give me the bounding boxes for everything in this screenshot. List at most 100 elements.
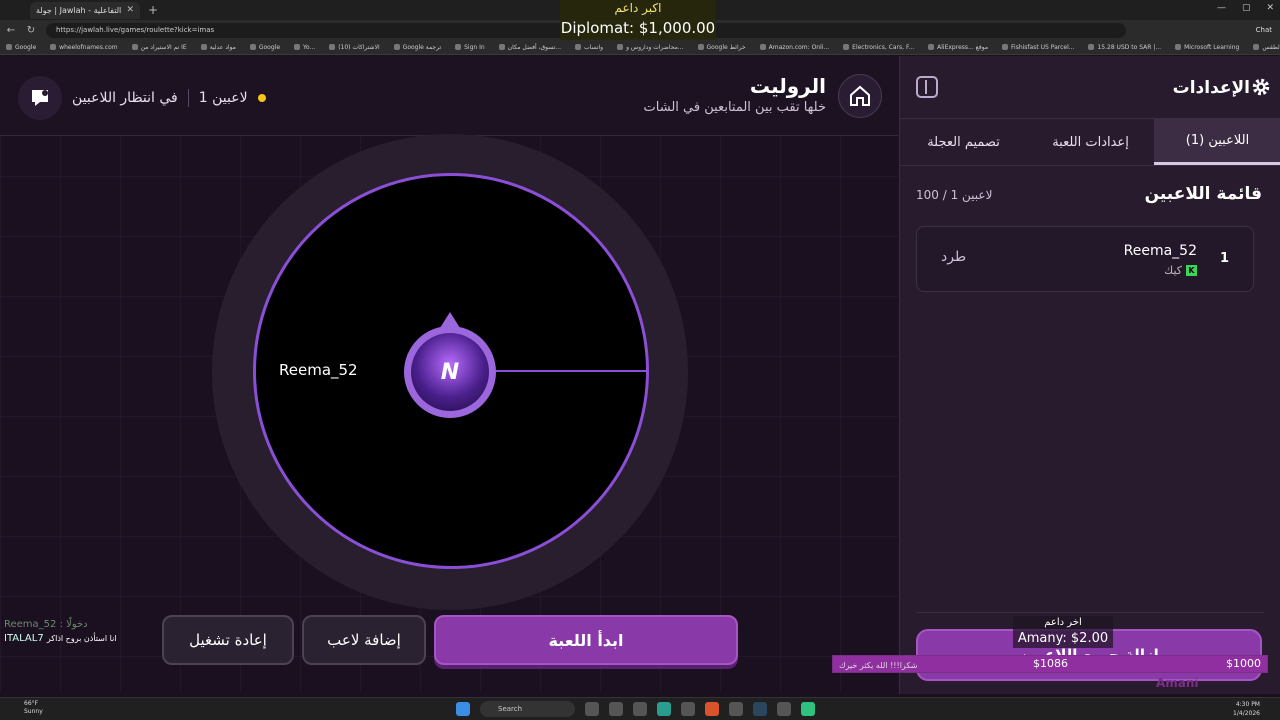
goal-max: $1000 xyxy=(1226,657,1261,670)
tab-wheel-design[interactable]: تصميم العجلة xyxy=(900,119,1027,165)
brand-watermark: Amani xyxy=(1156,676,1199,690)
bookmark-favicon-icon xyxy=(1002,44,1009,50)
bookmark-item[interactable]: Fishisfast US Parcel... xyxy=(1002,44,1074,51)
bookmark-favicon-icon xyxy=(697,44,704,50)
home-button[interactable] xyxy=(838,74,882,118)
maximize-icon[interactable]: ▢ xyxy=(1242,3,1251,13)
bookmark-favicon-icon xyxy=(131,44,138,50)
weather-widget[interactable]: 66°F Sunny xyxy=(24,700,43,716)
browser-tab[interactable]: جولة | Jawlah - منصة الألعاب التفاعلية ✕ xyxy=(30,1,140,19)
top-donor-value: Diplomat: $1,000.00 xyxy=(560,19,716,37)
app-icon[interactable] xyxy=(585,702,599,716)
sidebar-divider xyxy=(916,612,1264,613)
top-donor-label: اكبر داعم xyxy=(614,1,662,15)
bookmark-item[interactable]: Google خرائط xyxy=(697,43,746,51)
bookmark-label: Microsoft Learning xyxy=(1184,43,1240,51)
home-icon xyxy=(850,85,870,106)
minimize-icon[interactable]: — xyxy=(1217,3,1226,13)
chat-overlay: Reema_52 : دخولًا ITALAL7 انا استأذن برو… xyxy=(4,618,184,646)
bookmark-label: Google xyxy=(258,43,281,51)
copilot-chat-button[interactable]: Chat xyxy=(1256,26,1272,34)
app-icon[interactable] xyxy=(633,702,647,716)
bookmark-item[interactable]: (10) الاشتراكات xyxy=(329,44,380,51)
chat-text: انا استأذن بروح اذاكر xyxy=(46,634,117,643)
bookmark-item[interactable]: محاضرات وداروس و... xyxy=(617,43,684,51)
status-players: 1 لاعبين xyxy=(198,90,248,106)
steam-icon[interactable] xyxy=(753,702,767,716)
app-icon[interactable] xyxy=(681,702,695,716)
bookmark-item[interactable]: 15.28 USD to SAR |... xyxy=(1088,44,1161,51)
bookmark-item[interactable]: AliExpress... موقع xyxy=(928,44,988,51)
status-dot-icon xyxy=(257,94,266,102)
close-window-icon[interactable]: ✕ xyxy=(1266,3,1274,13)
last-donor-value: Amany: $2.00 xyxy=(1017,631,1109,646)
reload-icon[interactable]: ↻ xyxy=(26,25,36,36)
bookmark-item[interactable]: Sign In xyxy=(455,44,485,51)
bookmark-item[interactable]: Amazon.com: Onli... xyxy=(759,44,829,51)
goal-current: $1086 xyxy=(1033,657,1068,670)
bookmarks-bar: Google wheelofnames.com تم الاستيراد من IE… xyxy=(0,40,1280,55)
bookmark-label: Sign In xyxy=(464,43,485,51)
bookmark-favicon-icon xyxy=(843,44,850,50)
bookmark-item[interactable]: مواد عدلية xyxy=(200,44,236,51)
bookmark-item[interactable]: Google xyxy=(249,43,281,51)
taskbar: 66°F Sunny Search 4:30 PM 1/4/2026 xyxy=(0,697,1280,720)
bookmark-item[interactable]: واتساب xyxy=(575,44,603,51)
clock-date: 1/4/2026 xyxy=(1233,710,1260,717)
bookmark-label: واتساب xyxy=(584,43,604,51)
bookmark-item[interactable]: wheelofnames.com xyxy=(50,44,118,51)
bookmark-favicon-icon xyxy=(1175,44,1182,50)
close-tab-icon[interactable]: ✕ xyxy=(126,5,134,15)
game-title: الروليت xyxy=(749,74,826,98)
collapse-sidebar-icon[interactable] xyxy=(916,76,938,98)
start-icon[interactable] xyxy=(456,702,470,716)
bookmark-favicon-icon xyxy=(928,44,935,50)
tab-players[interactable]: اللاعبين (1) xyxy=(1154,119,1280,165)
app-icon[interactable] xyxy=(777,702,791,716)
back-icon[interactable]: ← xyxy=(6,25,16,36)
bookmark-item[interactable]: الطقس xyxy=(1253,44,1280,51)
brave-icon[interactable] xyxy=(705,702,719,716)
kick-logo-icon: K xyxy=(1186,265,1197,276)
bookmark-favicon-icon xyxy=(6,44,12,50)
bookmark-favicon-icon xyxy=(329,44,336,50)
weather-temp: 66°F xyxy=(24,700,39,707)
tab-game-settings[interactable]: إعدادات اللعبة xyxy=(1027,119,1154,165)
bookmark-favicon-icon xyxy=(1088,44,1095,50)
clock[interactable]: 4:30 PM 1/4/2026 xyxy=(1233,700,1260,718)
kick-player-button[interactable]: طرد xyxy=(941,249,966,265)
bookmark-label: Electronics, Cars, F... xyxy=(852,43,915,51)
sidebar-title: الإعدادات xyxy=(1172,78,1250,98)
bookmark-favicon-icon xyxy=(759,44,766,50)
game-header: الروليت خلها تقب بين المتابعين في الشات … xyxy=(0,56,898,136)
bookmark-label: محاضرات وداروس و... xyxy=(626,43,684,51)
app-icon[interactable] xyxy=(801,702,815,716)
top-donor-overlay: اكبر داعم Diplomat: $1,000.00 xyxy=(560,0,716,40)
tab-title: جولة | Jawlah - منصة الألعاب التفاعلية xyxy=(36,5,122,15)
bookmark-favicon-icon xyxy=(393,44,400,50)
bookmark-item[interactable]: Google ترجمة xyxy=(393,43,442,51)
last-donor-label: اخر داعم xyxy=(1044,617,1082,628)
bookmark-item[interactable]: تسوق، أفضل مكان... xyxy=(498,44,561,51)
bookmark-favicon-icon xyxy=(200,44,207,50)
bookmark-item[interactable]: Yo... xyxy=(294,44,315,51)
bookmark-label: Google خرائط xyxy=(706,43,746,51)
new-tab-icon[interactable]: + xyxy=(148,3,158,17)
bookmark-favicon-icon xyxy=(249,44,256,50)
bookmark-item[interactable]: تم الاستيراد من IE xyxy=(131,44,187,51)
add-player-button[interactable]: إضافة لاعب xyxy=(302,615,426,665)
bookmark-favicon-icon xyxy=(455,44,462,50)
app-icon[interactable] xyxy=(609,702,623,716)
taskbar-search[interactable]: Search xyxy=(480,701,575,717)
weather-desc: Sunny xyxy=(24,708,43,715)
edge-icon[interactable] xyxy=(657,702,671,716)
wheel-center-avatar: N xyxy=(404,326,496,418)
app-icon[interactable] xyxy=(729,702,743,716)
bookmark-favicon-icon xyxy=(498,44,505,50)
bookmark-item[interactable]: Electronics, Cars, F... xyxy=(843,44,914,51)
bookmark-item[interactable]: Google xyxy=(6,44,36,51)
bookmark-label: Yo... xyxy=(303,43,316,51)
bookmark-label: Google ترجمة xyxy=(402,43,442,51)
start-game-button[interactable]: ابدأ اللعبة xyxy=(434,615,738,665)
bookmark-item[interactable]: Microsoft Learning xyxy=(1175,44,1239,51)
